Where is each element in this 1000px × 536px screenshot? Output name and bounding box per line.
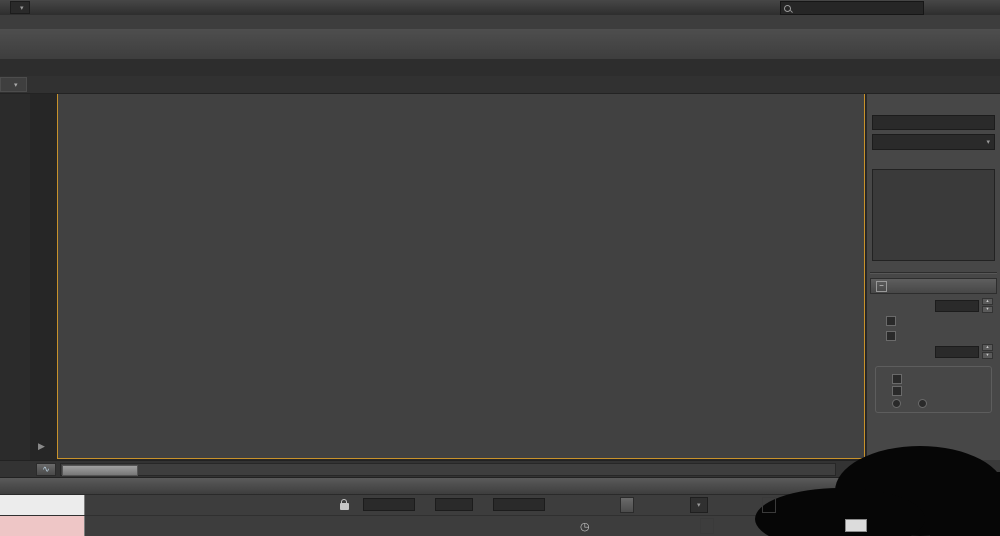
expand-arrow-icon[interactable]: ▶ <box>38 441 45 452</box>
mini-curve-editor-icon[interactable]: ∿ <box>36 463 56 476</box>
parameters-rollout: − ▲ ▼ ▲ ▼ <box>870 278 997 413</box>
auto-key-button[interactable] <box>620 497 634 513</box>
coordinate-x <box>360 498 415 511</box>
degrees-field[interactable] <box>935 299 979 312</box>
y-field[interactable] <box>435 498 473 511</box>
maxscript-mini-listener[interactable] <box>0 516 85 536</box>
clock-icon: ◷ <box>580 521 590 533</box>
track-bar[interactable] <box>0 477 866 495</box>
set-key-button[interactable] <box>700 518 714 534</box>
time-slider-track[interactable] <box>60 463 836 476</box>
maxscript-listener-line[interactable] <box>0 495 85 515</box>
flip-normals-checkbox[interactable] <box>886 331 896 341</box>
workspace-dropdown[interactable] <box>10 1 30 14</box>
window-title <box>250 0 750 15</box>
current-frame-field[interactable] <box>845 519 867 532</box>
x-field[interactable] <box>363 498 415 511</box>
main-toolbar <box>0 29 1000 60</box>
side-toolbar <box>0 93 30 460</box>
key-filters-button[interactable] <box>762 497 776 513</box>
parameters-rollout-header[interactable]: − <box>870 278 997 294</box>
cap-start-checkbox[interactable] <box>892 374 902 384</box>
object-name-field[interactable] <box>872 115 995 130</box>
coordinate-y <box>432 498 473 511</box>
viewport-front[interactable] <box>57 93 865 459</box>
selection-lock-icon[interactable] <box>340 499 349 510</box>
weld-core-checkbox[interactable] <box>886 316 896 326</box>
segments-spinner[interactable]: ▲ ▼ <box>982 344 993 359</box>
cap-end-checkbox[interactable] <box>892 386 902 396</box>
coordinate-z <box>490 498 545 511</box>
time-slider-handle[interactable] <box>62 465 138 476</box>
titlebar <box>0 0 1000 15</box>
3ds-max-window: ▶ − ▲▼ <box>0 0 1000 536</box>
z-field[interactable] <box>493 498 545 511</box>
ribbon-panelbar <box>0 76 1000 94</box>
segments-field[interactable] <box>935 345 979 358</box>
main-area: ▶ − ▲▼ <box>0 93 1000 460</box>
grid-radio[interactable] <box>918 398 927 408</box>
selected-objects-dropdown[interactable] <box>690 497 708 513</box>
modifier-list-dropdown[interactable] <box>872 134 995 150</box>
menubar <box>0 15 1000 30</box>
collapse-icon: − <box>876 280 887 292</box>
modifier-stack <box>872 169 995 261</box>
time-slider-bar: ∿ <box>0 460 866 478</box>
degrees-spinner[interactable]: ▲ ▼ <box>982 298 993 313</box>
panel-divider <box>870 272 997 274</box>
viewport-navigation <box>924 494 1000 536</box>
search-input[interactable] <box>794 2 920 14</box>
ribbon-tabs <box>0 59 1000 76</box>
command-panel-tabs <box>867 93 1000 112</box>
search-icon <box>784 4 791 12</box>
command-panel: − ▲▼ <box>866 93 1000 460</box>
search-box[interactable] <box>780 1 924 15</box>
polygon-modeling-panel[interactable] <box>0 77 27 92</box>
morph-radio[interactable] <box>892 398 901 408</box>
viewport-canvas <box>58 94 864 458</box>
cap-group <box>875 366 992 413</box>
